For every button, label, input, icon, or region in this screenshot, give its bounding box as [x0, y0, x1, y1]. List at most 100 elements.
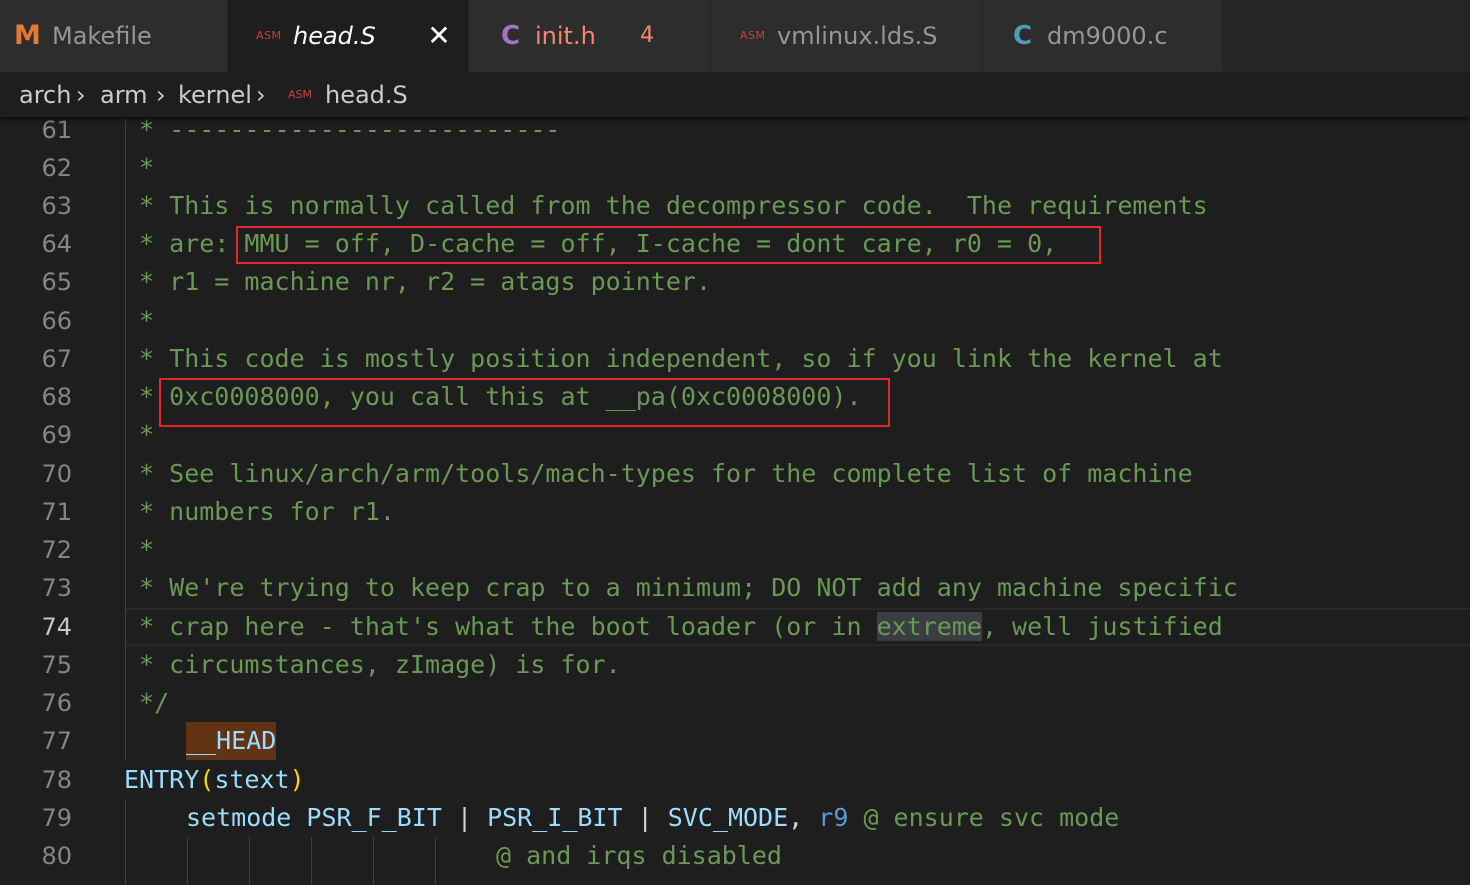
code-line: 61 * -------------------------- [0, 117, 1470, 149]
tab-label: head.S [293, 22, 376, 50]
close-icon[interactable]: ✕ [424, 18, 454, 54]
breadcrumb-file[interactable]: head.S [325, 78, 408, 112]
problem-count-badge: 4 [640, 23, 654, 48]
tab-init-h[interactable]: C init.h 4 [469, 0, 711, 72]
code-line: 73 * We're trying to keep crap to a mini… [0, 569, 1470, 607]
comment-text: * 0xc0008000, you call this at __pa(0xc0… [124, 382, 862, 411]
code-line: 71 * numbers for r1. [0, 493, 1470, 531]
tab-label: Makefile [52, 22, 152, 50]
code-line: 66 * [0, 302, 1470, 340]
comment-text: * This code is mostly position independe… [124, 344, 1223, 373]
line-number: 64 [41, 230, 72, 258]
asm-file-icon: ASM [288, 88, 312, 101]
makefile-icon: M [14, 20, 41, 51]
code-line: 77 __HEAD [0, 722, 1470, 760]
comment-text: * See linux/arch/arm/tools/mach-types fo… [124, 459, 1193, 488]
code-line: 67 * This code is mostly position indepe… [0, 340, 1470, 378]
line-number: 63 [41, 192, 72, 220]
comment-segment: , well justified [981, 612, 1223, 641]
chevron-right-icon: › [76, 81, 86, 109]
line-number: 61 [41, 117, 72, 144]
c-file-icon: C [501, 21, 521, 51]
line-number: 77 [41, 727, 72, 755]
comment-text: @ and irqs disabled [496, 841, 782, 870]
line-number: 62 [41, 154, 72, 182]
line-number: 74 [41, 613, 72, 641]
comment-text: * -------------------------- [124, 117, 561, 144]
code-line: 75 * circumstances, zImage) is for. [0, 646, 1470, 684]
code-line: 62 * [0, 149, 1470, 187]
breadcrumb-kernel[interactable]: kernel [178, 78, 252, 112]
line-number: 79 [41, 804, 72, 832]
code-line: 64 * are: MMU = off, D-cache = off, I-ca… [0, 225, 1470, 263]
chevron-right-icon: › [256, 81, 266, 109]
selection-highlight: extreme [876, 612, 982, 641]
comment-segment: * crap here - that's what the boot loade… [124, 612, 877, 641]
head-macro: __HEAD [186, 722, 277, 760]
tab-head-s[interactable]: ASM head.S ✕ [228, 0, 469, 72]
code-line: 69 * [0, 416, 1470, 454]
breadcrumb-arch[interactable]: arch [19, 78, 71, 112]
code-line: 80 @ and irqs disabled [0, 837, 1470, 875]
entry-macro: ENTRY [124, 765, 200, 794]
code-line: 65 * r1 = machine nr, r2 = atags pointer… [0, 263, 1470, 301]
paren: ) [289, 765, 305, 794]
comment-text: * r1 = machine nr, r2 = atags pointer. [124, 267, 711, 296]
instruction: setmode [186, 803, 292, 832]
comment-text: * numbers for r1. [124, 497, 395, 526]
chevron-right-icon: › [156, 81, 166, 109]
comment-text: * We're trying to keep crap to a minimum… [124, 573, 1238, 602]
comment-text: * [124, 153, 155, 182]
operand: PSR_I_BIT [487, 803, 623, 832]
tab-vmlinux-lds-s[interactable]: ASM vmlinux.lds.S [711, 0, 983, 72]
tab-makefile[interactable]: M Makefile [0, 0, 228, 72]
line-number: 78 [41, 766, 72, 794]
code-editor[interactable]: 61 * -------------------------- 62 * 63 … [0, 117, 1470, 885]
line-number: 66 [41, 307, 72, 335]
comma: , [788, 803, 804, 832]
operator: | [456, 803, 473, 832]
code-line: 68 * 0xc0008000, you call this at __pa(0… [0, 378, 1470, 416]
comment-text: @ ensure svc mode [863, 803, 1120, 832]
code-line: 79 setmode PSR_F_BIT | PSR_I_BIT | SVC_M… [0, 799, 1470, 837]
code-line: 76 */ [0, 684, 1470, 722]
tab-label: init.h [535, 22, 596, 50]
line-number: 76 [41, 689, 72, 717]
tab-bar: M Makefile ASM head.S ✕ C init.h 4 ASM v… [0, 0, 1470, 72]
operator: | [637, 803, 653, 832]
comment-text: * are: MMU = off, D-cache = off, I-cache… [124, 229, 1058, 258]
operand: SVC_MODE [667, 803, 789, 832]
code-line: 63 * This is normally called from the de… [0, 187, 1470, 225]
paren: ( [199, 765, 215, 794]
line-number: 80 [41, 842, 72, 870]
register: r9 [818, 803, 849, 832]
entry-symbol: stext [214, 765, 290, 794]
comment-text: * This is normally called from the decom… [124, 191, 1208, 220]
line-number: 68 [41, 383, 72, 411]
comment-text: * circumstances, zImage) is for. [124, 650, 621, 679]
tab-dm9000-c[interactable]: C dm9000.c [983, 0, 1223, 72]
asm-file-icon: ASM [740, 29, 766, 42]
asm-file-icon: ASM [256, 29, 282, 42]
code-line: 72 * [0, 531, 1470, 569]
line-number: 65 [41, 268, 72, 296]
comment-text: */ [124, 688, 170, 717]
comment-text: * [124, 306, 155, 335]
line-number: 75 [41, 651, 72, 679]
code-line: 78 ENTRY(stext) [0, 761, 1470, 799]
comment-text: * crap here - that's what the boot loade… [124, 608, 1223, 646]
c-file-icon: C [1013, 21, 1033, 51]
line-number: 69 [41, 421, 72, 449]
comment-text: * [124, 535, 155, 564]
line-number: 73 [41, 574, 72, 602]
setmode-statement: setmode PSR_F_BIT | PSR_I_BIT | SVC_MODE… [186, 799, 1119, 837]
code-line: 70 * See linux/arch/arm/tools/mach-types… [0, 455, 1470, 493]
operand: PSR_F_BIT [306, 803, 442, 832]
breadcrumb: arch › arm › kernel › ASM head.S [0, 72, 1470, 117]
comment-text: * [124, 420, 155, 449]
entry-statement: ENTRY(stext) [124, 761, 305, 799]
tab-label: vmlinux.lds.S [777, 22, 938, 50]
line-number: 72 [41, 536, 72, 564]
tab-label: dm9000.c [1047, 22, 1168, 50]
breadcrumb-arm[interactable]: arm [100, 78, 148, 112]
